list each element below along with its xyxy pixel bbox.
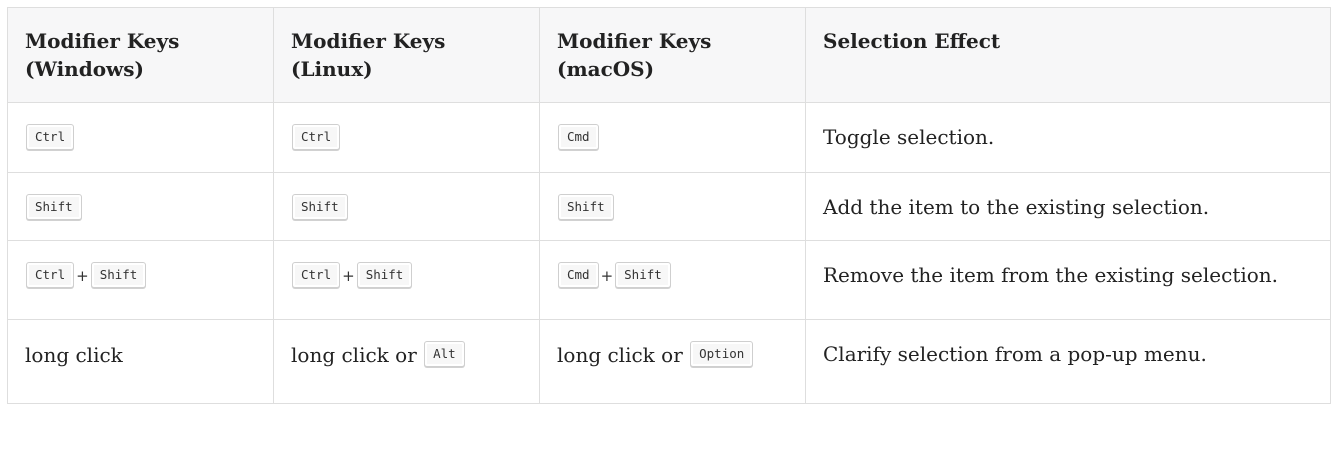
key-cmd: Cmd [558, 261, 599, 288]
key-shift: Shift [26, 193, 82, 220]
key-shift: Shift [292, 193, 348, 220]
key-shift: Shift [558, 193, 614, 220]
table-body: Ctrl Ctrl Cmd Toggle selection. Shift Sh… [7, 102, 1331, 404]
macos-keys-cell: Cmd + Shift [539, 240, 806, 320]
header-row: Modifier Keys (Windows) Modifier Keys (L… [7, 7, 1331, 103]
key-ctrl: Ctrl [292, 123, 341, 150]
header-macos: Modifier Keys (macOS) [539, 7, 806, 103]
macos-keys-cell: Shift [539, 172, 806, 241]
header-windows: Modifier Keys (Windows) [7, 7, 274, 103]
table-header: Modifier Keys (Windows) Modifier Keys (L… [7, 7, 1331, 103]
table-row: Shift Shift Shift Add the item to the ex… [7, 172, 1331, 241]
key-shift: Shift [615, 261, 671, 288]
windows-keys-cell: Shift [7, 172, 274, 241]
plus-sign: + [76, 267, 89, 285]
key-ctrl: Ctrl [26, 123, 75, 150]
key-ctrl: Ctrl [26, 261, 75, 288]
long-click-or-text: long click or [291, 343, 417, 367]
key-option: Option [690, 340, 754, 367]
key-cmd: Cmd [558, 123, 599, 150]
selection-effect-cell: Toggle selection. [805, 102, 1331, 173]
key-shift: Shift [356, 261, 413, 288]
long-click-text: long click [25, 343, 123, 367]
windows-keys-cell: long click [7, 319, 274, 404]
plus-sign: + [600, 267, 614, 285]
key-alt: Alt [424, 340, 465, 367]
table-row: Ctrl Ctrl Cmd Toggle selection. [7, 102, 1331, 173]
header-selection-effect: Selection Effect [805, 7, 1331, 103]
linux-keys-cell: Ctrl [273, 102, 540, 173]
windows-keys-cell: Ctrl + Shift [7, 240, 274, 320]
linux-keys-cell: long click or Alt [273, 319, 540, 404]
macos-keys-cell: long click or Option [539, 319, 806, 404]
selection-effect-cell: Add the item to the existing selection. [805, 172, 1331, 241]
key-ctrl: Ctrl [292, 261, 341, 288]
key-shift: Shift [90, 261, 147, 288]
long-click-or-text: long click or [557, 343, 683, 367]
header-linux: Modifier Keys (Linux) [273, 7, 540, 103]
linux-keys-cell: Shift [273, 172, 540, 241]
selection-effect-cell: Clarify selection from a pop-up menu. [805, 319, 1331, 404]
linux-keys-cell: Ctrl + Shift [273, 240, 540, 320]
plus-sign: + [342, 267, 355, 285]
macos-keys-cell: Cmd [539, 102, 806, 173]
table-row: long click long click or Alt long click … [7, 319, 1331, 404]
windows-keys-cell: Ctrl [7, 102, 274, 173]
modifier-keys-table: Modifier Keys (Windows) Modifier Keys (L… [7, 7, 1331, 404]
selection-effect-cell: Remove the item from the existing select… [805, 240, 1331, 320]
table-row: Ctrl + Shift Ctrl + Shift Cmd + Shift Remove t… [7, 240, 1331, 320]
